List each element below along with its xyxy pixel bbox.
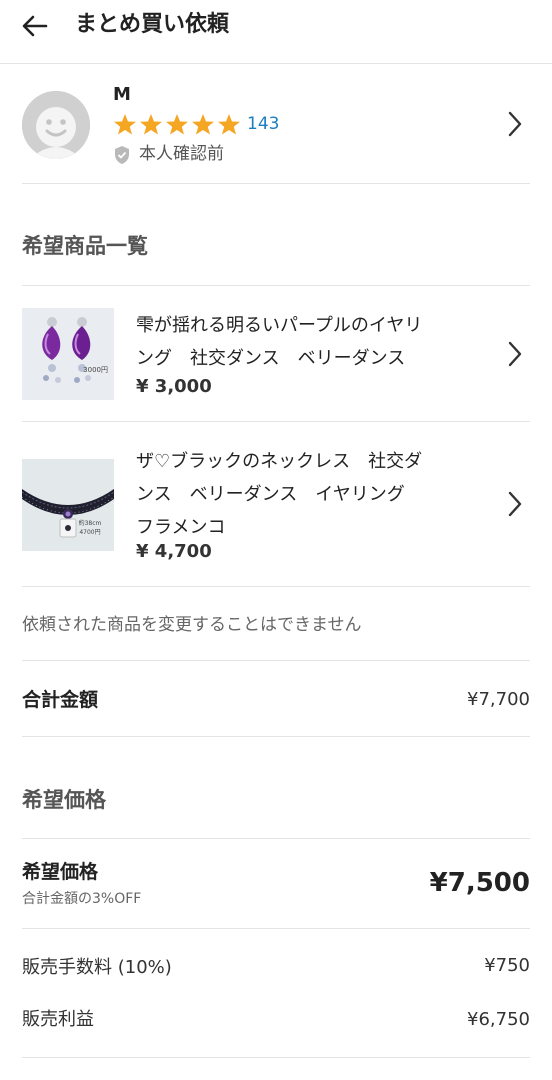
desired-price-label: 希望価格: [22, 861, 99, 883]
avatar: [22, 91, 90, 159]
rating-stars: 143: [113, 112, 279, 136]
desired-price-note: 合計金額の3%OFF: [22, 891, 142, 907]
star-icon: [166, 114, 188, 135]
divider: [22, 928, 530, 929]
divider: [22, 660, 530, 661]
product-title-line: 雫が揺れる明るいパープルのイヤリ: [136, 315, 423, 336]
thumbnail-caption: 4700円: [79, 529, 100, 536]
desired-price-value: ¥7,500: [429, 868, 530, 898]
divider: [22, 586, 530, 587]
star-icon: [140, 114, 162, 135]
product-title-line: ング 社交ダンス ベリーダンス: [136, 348, 406, 369]
back-button[interactable]: [20, 12, 50, 40]
star-icon: [114, 114, 136, 135]
product-thumbnail: 約38cm 4700円: [22, 459, 114, 551]
chevron-right-icon[interactable]: [506, 490, 524, 518]
app-header: まとめ買い依頼: [0, 0, 552, 64]
seller-name: M: [113, 84, 131, 105]
thumbnail-caption: 3000円: [83, 366, 108, 374]
product-price: ¥ 3,000: [136, 376, 212, 397]
fee-value: ¥750: [484, 955, 530, 976]
profit-value: ¥6,750: [467, 1009, 530, 1030]
star-icon: [192, 114, 214, 135]
desired-section-heading: 希望価格: [22, 788, 106, 812]
arrow-left-icon: [22, 15, 48, 37]
shield-icon: [115, 145, 129, 164]
verification-status: 本人確認前: [113, 142, 224, 166]
profit-label: 販売利益: [22, 1009, 94, 1030]
rating-count: 143: [247, 114, 280, 134]
divider: [22, 736, 530, 737]
change-note: 依頼された商品を変更することはできません: [22, 615, 362, 635]
chevron-right-icon[interactable]: [506, 340, 524, 368]
divider: [22, 183, 530, 184]
fee-label: 販売手数料 (10%): [22, 957, 172, 978]
product-title-line: ザ♡ブラックのネックレス 社交ダ: [136, 451, 423, 472]
product-price: ¥ 4,700: [136, 541, 212, 562]
thumbnail-caption: 約38cm: [79, 519, 102, 527]
star-icon: [218, 114, 240, 135]
product-title: 雫が揺れる明るいパープルのイヤリ ング 社交ダンス ベリーダンス: [136, 309, 476, 375]
page-title: まとめ買い依頼: [75, 12, 230, 37]
divider: [22, 1057, 530, 1058]
product-title: ザ♡ブラックのネックレス 社交ダ ンス ベリーダンス イヤリング フラメンコ: [136, 445, 476, 544]
chevron-right-icon[interactable]: [506, 110, 524, 138]
total-label: 合計金額: [22, 689, 99, 711]
verification-label: 本人確認前: [139, 144, 224, 164]
product-thumbnail: 3000円: [22, 308, 114, 400]
items-section-heading: 希望商品一覧: [22, 234, 148, 258]
divider: [22, 838, 530, 839]
total-value: ¥7,700: [467, 689, 530, 710]
product-title-line: ンス ベリーダンス イヤリング: [136, 484, 405, 505]
